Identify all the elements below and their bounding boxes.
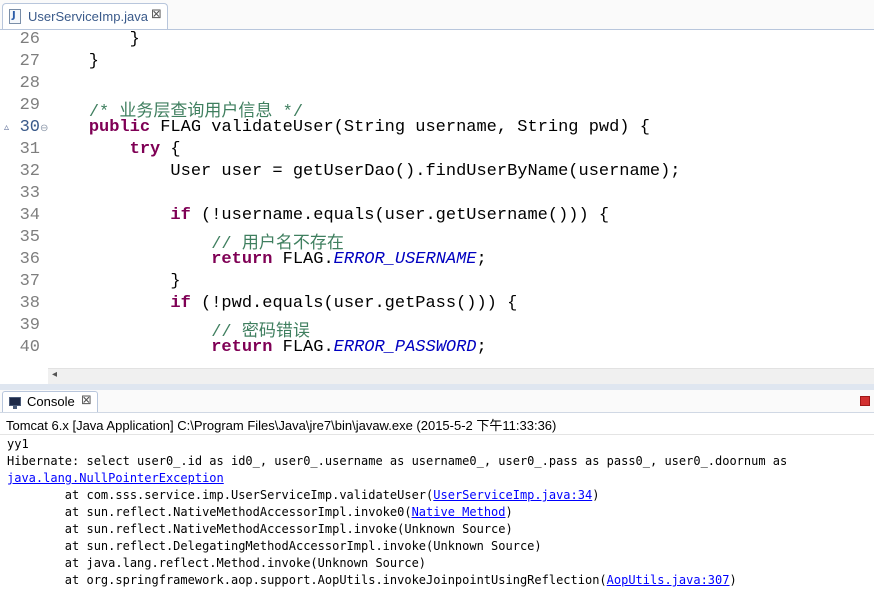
- code-text: ;: [476, 250, 487, 269]
- stacktrace-link[interactable]: UserServiceImp.java:34: [433, 488, 592, 502]
- console-line: at java.lang.reflect.Method.invoke(Unkno…: [7, 556, 426, 570]
- code-text: (!username.equals(user.getUsername())) {: [190, 206, 610, 225]
- console-line: at sun.reflect.DelegatingMethodAccessorI…: [7, 539, 542, 553]
- console-text: ): [592, 488, 600, 502]
- line-number: 40: [19, 338, 40, 357]
- console-text: ): [729, 573, 737, 587]
- code-line: /* 业务层查询用户信息 */: [48, 96, 303, 122]
- console-line: java.lang.NullPointerException: [7, 471, 224, 485]
- stacktrace-link[interactable]: java.lang.NullPointerException: [7, 471, 224, 485]
- console-text: at com.sss.service.imp.UserServiceImp.va…: [7, 488, 434, 502]
- line-number: 36: [19, 250, 40, 269]
- code-keyword: return: [211, 250, 273, 269]
- line-number: 26: [19, 30, 40, 49]
- line-number: 29: [19, 96, 40, 115]
- console-line: Hibernate: select user0_.id as id0_, use…: [7, 454, 787, 468]
- code-line: try {: [48, 140, 181, 162]
- line-number: 33: [19, 184, 40, 203]
- code-text: }: [48, 30, 140, 49]
- horizontal-scrollbar[interactable]: ◂: [48, 368, 874, 384]
- editor-tab-bar: J UserServiceImp.java ⊠: [0, 0, 874, 30]
- console-output[interactable]: yy1 Hibernate: select user0_.id as id0_, …: [7, 435, 874, 593]
- console-text: at sun.reflect.NativeMethodAccessorImpl.…: [7, 522, 513, 536]
- code-line: }: [48, 272, 181, 294]
- console-text: at sun.reflect.NativeMethodAccessorImpl.…: [7, 505, 412, 519]
- line-number: 27: [19, 52, 40, 71]
- code-text: {: [160, 140, 181, 159]
- code-line: // 用户名不存在: [48, 228, 344, 254]
- code-line: if (!pwd.equals(user.getPass())) {: [48, 294, 517, 316]
- code-text: User user = getUserDao().findUserByName(…: [48, 162, 681, 181]
- line-number: 28: [19, 74, 40, 93]
- code-keyword: public: [88, 118, 151, 137]
- console-line: at org.springframework.aop.support.AopUt…: [7, 573, 737, 587]
- console-line: at com.sss.service.imp.UserServiceImp.va…: [7, 488, 600, 502]
- line-number: 35: [19, 228, 40, 247]
- console-icon: [9, 397, 21, 409]
- code-constant: ERROR_PASSWORD: [333, 338, 477, 357]
- code-keyword: return: [211, 338, 273, 357]
- code-line: return FLAG.ERROR_USERNAME;: [48, 250, 487, 272]
- line-number: 31: [19, 140, 40, 159]
- override-marker-icon[interactable]: ▵: [4, 122, 9, 133]
- line-number: 38: [19, 294, 40, 313]
- stacktrace-link[interactable]: Native Method: [412, 505, 506, 519]
- code-constant: ERROR_USERNAME: [333, 250, 477, 269]
- scroll-left-icon[interactable]: ◂: [52, 369, 57, 380]
- console-line: at sun.reflect.NativeMethodAccessorImpl.…: [7, 505, 513, 519]
- code-keyword: try: [129, 140, 161, 159]
- code-text: }: [48, 52, 100, 71]
- console-text: ): [505, 505, 513, 519]
- editor-pane: J UserServiceImp.java ⊠ 26 27 28 29 30 ▵ ⊖ 31 32…: [0, 0, 874, 384]
- line-number: 34: [19, 206, 40, 225]
- editor-tab-label: UserServiceImp.java: [28, 9, 148, 24]
- console-text: at sun.reflect.DelegatingMethodAccessorI…: [7, 539, 542, 553]
- code-line: public FLAG validateUser(String username…: [48, 118, 650, 140]
- code-keyword: if: [170, 206, 191, 225]
- process-info: Tomcat 6.x [Java Application] C:\Program…: [6, 418, 557, 433]
- code-text: }: [48, 272, 181, 291]
- line-number: 39: [19, 316, 40, 335]
- console-tab[interactable]: Console ⊠: [2, 391, 98, 412]
- editor-tab-userserviceimp[interactable]: J UserServiceImp.java ⊠: [2, 3, 168, 29]
- console-text: Hibernate: select user0_.id as id0_, use…: [7, 454, 788, 468]
- console-line: at sun.reflect.NativeMethodAccessorImpl.…: [7, 522, 513, 536]
- code-text: FLAG.: [272, 338, 334, 357]
- console-tab-bar: Console ⊠: [0, 390, 874, 413]
- code-text: FLAG.: [272, 250, 334, 269]
- line-number: 37: [19, 272, 40, 291]
- console-text: yy1: [7, 437, 29, 451]
- terminate-icon[interactable]: [860, 396, 870, 406]
- line-number: 32: [19, 162, 40, 181]
- code-line: return FLAG.ERROR_PASSWORD;: [48, 338, 487, 360]
- code-line: if (!username.equals(user.getUsername())…: [48, 206, 609, 228]
- code-keyword: if: [170, 294, 191, 313]
- code-line: }: [48, 52, 99, 74]
- console-view: Console ⊠ Tomcat 6.x [Java Application] …: [0, 390, 874, 593]
- code-line: }: [48, 30, 140, 52]
- code-line: // 密码错误: [48, 316, 310, 342]
- console-text: at java.lang.reflect.Method.invoke(Unkno…: [7, 556, 427, 570]
- code-line: User user = getUserDao().findUserByName(…: [48, 162, 681, 184]
- java-file-icon: J: [9, 9, 21, 24]
- close-icon[interactable]: ⊠: [151, 7, 162, 22]
- code-text: (!pwd.equals(user.getPass())) {: [190, 294, 518, 313]
- java-file-icon-letter: J: [12, 10, 16, 21]
- stacktrace-link[interactable]: AopUtils.java:307: [607, 573, 730, 587]
- close-icon[interactable]: ⊠: [81, 393, 92, 408]
- console-line: yy1: [7, 437, 29, 451]
- console-text: at org.springframework.aop.support.AopUt…: [7, 573, 607, 587]
- line-number-gutter: 26 27 28 29 30 ▵ ⊖ 31 32 33 34 35 36 37 38 39 40: [0, 30, 48, 368]
- code-text: ;: [476, 338, 487, 357]
- code-text: FLAG validateUser(String username, Strin…: [150, 118, 650, 137]
- code-area[interactable]: } } /* 业务层查询用户信息 */ public FLAG validate…: [48, 30, 874, 368]
- console-tab-label: Console: [27, 394, 75, 409]
